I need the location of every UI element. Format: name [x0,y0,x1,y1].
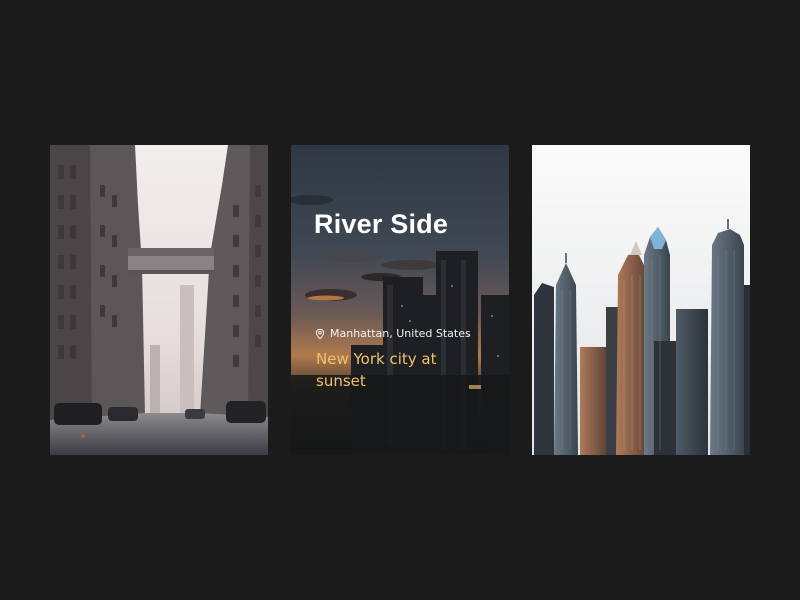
skyscrapers-overcast-photo [532,145,750,455]
card-gallery: River Side Manhattan, United States New … [0,0,800,600]
card-title: River Side [314,209,449,239]
gallery-card-river-side[interactable]: River Side Manhattan, United States New … [291,145,509,455]
new-york-sunset-skyline-photo [291,145,509,455]
gallery-card-street[interactable] [50,145,268,455]
map-pin-icon [315,328,325,340]
city-street-skybridge-photo [50,145,268,455]
card-location-text: Manhattan, United States [330,327,471,340]
gallery-card-skyscrapers[interactable] [532,145,750,455]
card-subtitle: New York city at sunset [316,350,437,390]
card-location: Manhattan, United States [314,327,471,340]
